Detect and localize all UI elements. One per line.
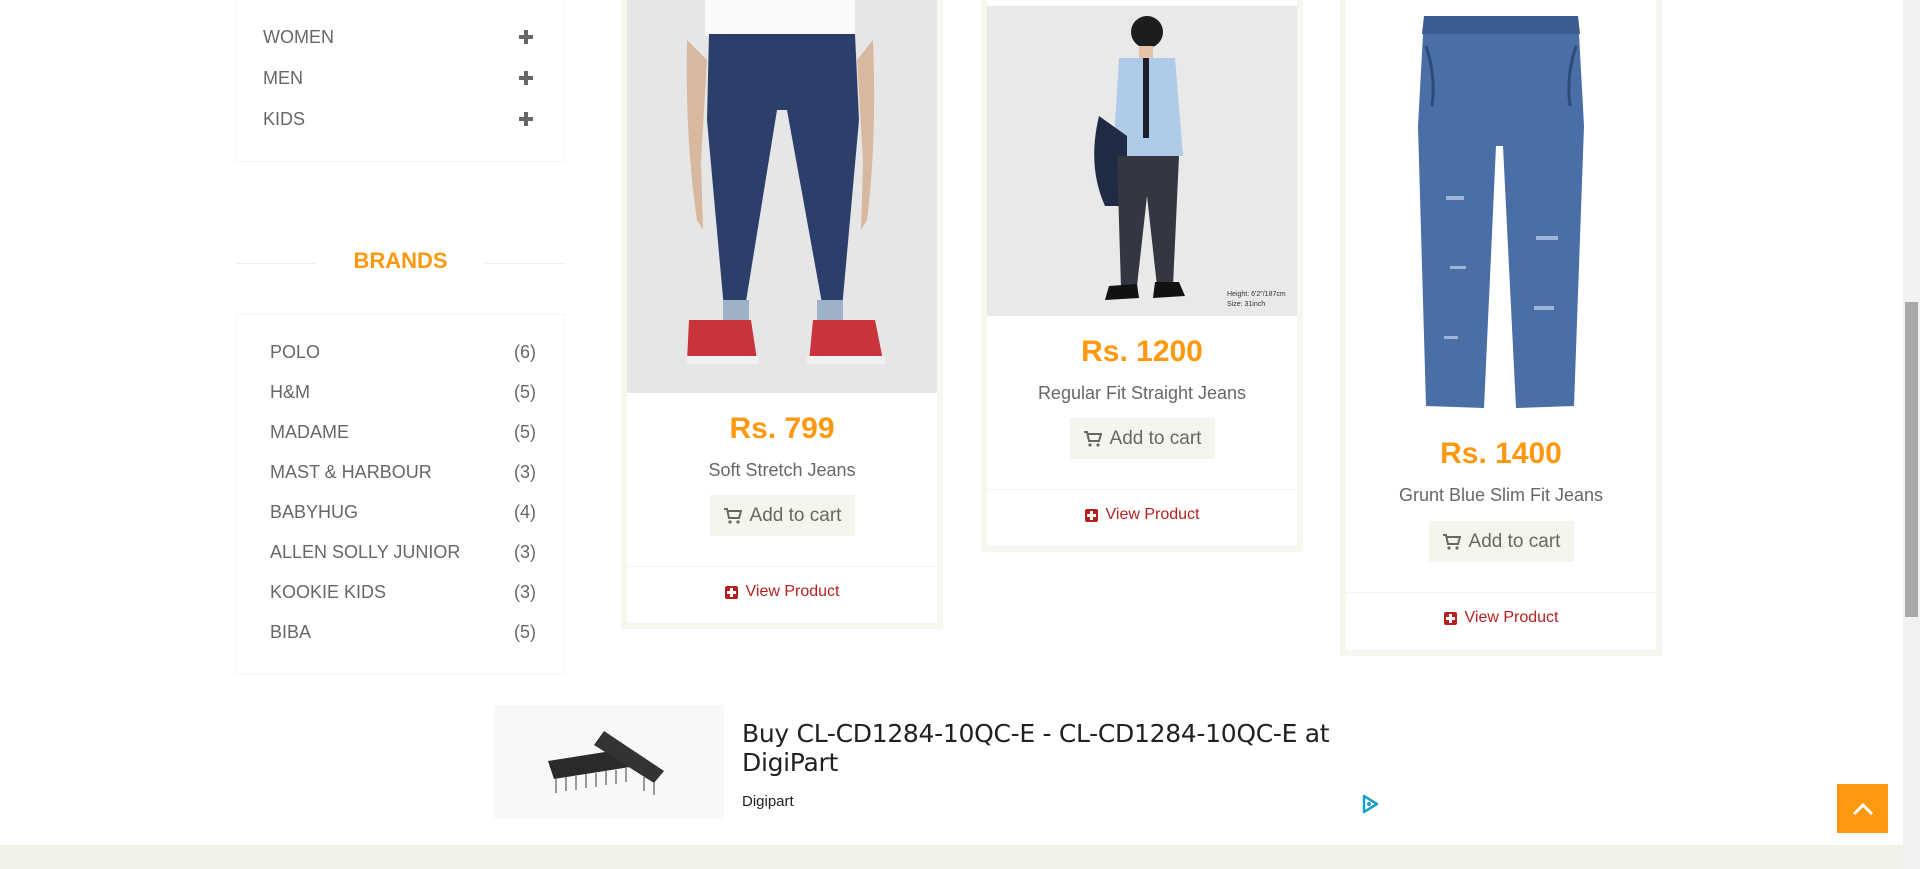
brand-name: MADAME bbox=[270, 421, 350, 442]
plus-icon[interactable] bbox=[519, 30, 533, 44]
brand-count: (3) bbox=[514, 581, 536, 602]
brand-item-kookie-kids[interactable]: KOOKIE KIDS (3) bbox=[270, 580, 536, 604]
page-scrollbar[interactable] bbox=[1903, 0, 1920, 869]
brand-item-biba[interactable]: BIBA (5) bbox=[270, 620, 536, 644]
plus-icon[interactable] bbox=[519, 112, 533, 126]
footer-band bbox=[0, 845, 1903, 869]
add-to-cart-button[interactable]: Add to cart bbox=[1429, 521, 1574, 562]
ad-title[interactable]: Buy CL-CD1284-10QC-E - CL-CD1284-10QC-E … bbox=[742, 719, 1394, 777]
product-name: Regular Fit Straight Jeans bbox=[1037, 383, 1247, 403]
view-product-link[interactable]: View Product bbox=[1346, 592, 1656, 643]
brands-title: BRANDS bbox=[353, 248, 448, 273]
scrollbar-thumb[interactable] bbox=[1905, 302, 1918, 617]
category-men[interactable]: MEN bbox=[263, 66, 533, 90]
plus-square-icon bbox=[724, 585, 738, 599]
category-women[interactable]: WOMEN bbox=[263, 25, 533, 49]
view-product-label: View Product bbox=[1464, 609, 1559, 626]
add-to-cart-label: Add to cart bbox=[1468, 530, 1561, 552]
image-caption-2: Size: 31inch bbox=[1227, 301, 1265, 308]
brands-panel: POLO (6) H&M (5) MADAME (5) MAST & HARBO… bbox=[236, 314, 565, 675]
jeans-model-image: Height: 6'2"/187cm Size: 31inch bbox=[987, 6, 1297, 316]
view-product-label: View Product bbox=[745, 583, 840, 600]
add-to-cart-label: Add to cart bbox=[1109, 427, 1202, 449]
add-to-cart-label: Add to cart bbox=[749, 504, 842, 526]
jeans-model-image bbox=[627, 0, 937, 393]
cart-icon bbox=[723, 507, 742, 524]
category-kids[interactable]: KIDS bbox=[263, 107, 533, 131]
brand-item-mast-harbour[interactable]: MAST & HARBOUR (3) bbox=[270, 460, 536, 484]
ad-choices-icon[interactable] bbox=[1359, 793, 1381, 815]
product-price: Rs. 1400 bbox=[1440, 437, 1562, 470]
category-label: KIDS bbox=[263, 108, 306, 129]
brand-name: POLO bbox=[270, 341, 321, 362]
ad-banner[interactable]: Buy CL-CD1284-10QC-E - CL-CD1284-10QC-E … bbox=[494, 705, 1394, 819]
brand-item-hm[interactable]: H&M (5) bbox=[270, 380, 536, 404]
product-card: Rs. 1400 Grunt Blue Slim Fit Jeans Add t… bbox=[1340, 0, 1662, 656]
product-card: Height: 6'2"/187cm Size: 31inch Rs. 1200… bbox=[981, 0, 1303, 552]
category-panel: WOMEN MEN KIDS bbox=[236, 0, 565, 162]
brand-count: (3) bbox=[514, 461, 536, 482]
brand-count: (5) bbox=[514, 381, 536, 402]
product-image[interactable] bbox=[1346, 6, 1656, 426]
category-label: WOMEN bbox=[263, 26, 334, 47]
brand-count: (5) bbox=[514, 621, 536, 642]
view-product-label: View Product bbox=[1105, 506, 1200, 523]
view-product-link[interactable]: View Product bbox=[627, 566, 937, 617]
brand-name: BIBA bbox=[270, 621, 312, 642]
brand-count: (6) bbox=[514, 341, 536, 362]
brand-count: (3) bbox=[514, 541, 536, 562]
plus-icon[interactable] bbox=[519, 71, 533, 85]
brand-name: KOOKIE KIDS bbox=[270, 581, 387, 602]
brand-name: MAST & HARBOUR bbox=[270, 461, 432, 482]
view-product-link[interactable]: View Product bbox=[987, 489, 1297, 540]
brand-name: BABYHUG bbox=[270, 501, 359, 522]
brand-item-babyhug[interactable]: BABYHUG (4) bbox=[270, 500, 536, 524]
category-label: MEN bbox=[263, 67, 303, 88]
brands-heading: BRANDS bbox=[236, 246, 565, 280]
ad-image[interactable] bbox=[494, 705, 724, 819]
chip-image bbox=[494, 705, 724, 819]
brand-count: (4) bbox=[514, 501, 536, 522]
cart-icon bbox=[1083, 430, 1102, 447]
brand-count: (5) bbox=[514, 421, 536, 442]
scroll-to-top-button[interactable] bbox=[1837, 784, 1888, 833]
product-price: Rs. 799 bbox=[729, 412, 835, 445]
brand-item-allen-solly-junior[interactable]: ALLEN SOLLY JUNIOR (3) bbox=[270, 540, 536, 564]
product-name: Soft Stretch Jeans bbox=[708, 460, 856, 480]
product-price: Rs. 1200 bbox=[1081, 335, 1203, 368]
product-card: Rs. 799 Soft Stretch Jeans Add to cart V… bbox=[621, 0, 943, 629]
chevron-up-icon bbox=[1852, 802, 1873, 815]
plus-square-icon bbox=[1084, 508, 1098, 522]
brand-item-polo[interactable]: POLO (6) bbox=[270, 340, 536, 364]
product-image[interactable]: Height: 6'2"/187cm Size: 31inch bbox=[987, 6, 1297, 316]
product-name: Grunt Blue Slim Fit Jeans bbox=[1398, 485, 1604, 505]
add-to-cart-button[interactable]: Add to cart bbox=[710, 495, 855, 536]
brand-name: ALLEN SOLLY JUNIOR bbox=[270, 541, 461, 562]
product-image[interactable] bbox=[627, 0, 937, 393]
image-caption-1: Height: 6'2"/187cm bbox=[1227, 291, 1286, 298]
plus-square-icon bbox=[1443, 611, 1457, 625]
ad-source: Digipart bbox=[742, 793, 794, 810]
brand-item-madame[interactable]: MADAME (5) bbox=[270, 420, 536, 444]
brand-name: H&M bbox=[270, 381, 310, 402]
cart-icon bbox=[1442, 533, 1461, 550]
add-to-cart-button[interactable]: Add to cart bbox=[1070, 418, 1215, 459]
jeans-product-image bbox=[1346, 6, 1656, 426]
